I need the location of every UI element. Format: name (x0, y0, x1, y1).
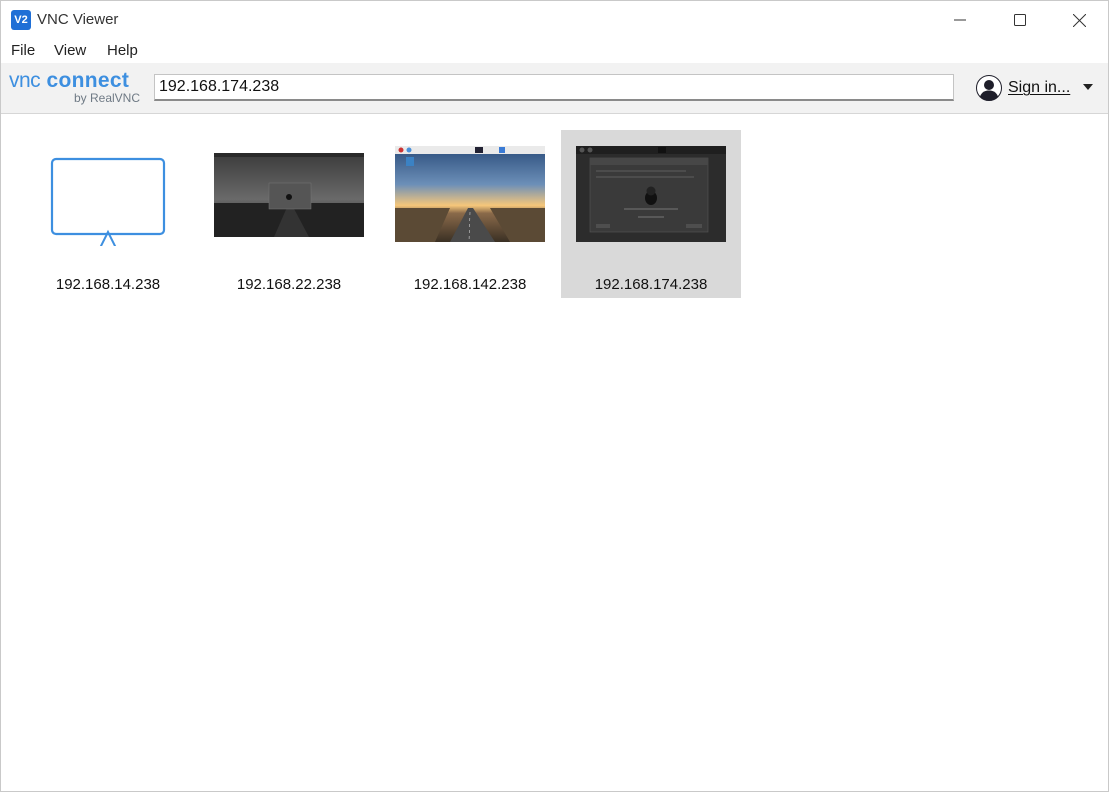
desktop-thumbnail (395, 146, 545, 242)
toolbar: vnc connect by RealVNC Sign in... (1, 63, 1108, 114)
title-bar[interactable]: V2 VNC Viewer (1, 1, 1108, 39)
chevron-down-icon[interactable] (1083, 84, 1093, 90)
sign-in-button[interactable]: Sign in... (976, 75, 1101, 101)
address-input[interactable] (154, 74, 954, 101)
minimize-icon (954, 19, 966, 21)
close-icon (1072, 13, 1086, 27)
sign-in-label: Sign in... (1008, 79, 1071, 96)
minimize-button[interactable] (931, 1, 989, 39)
address-book: 192.168.14.238 192.168.22.238 192.168.14… (1, 114, 1108, 791)
connection-tile[interactable]: 192.168.142.238 (380, 130, 560, 298)
connection-label: 192.168.174.238 (594, 276, 708, 293)
window-title: VNC Viewer (37, 11, 119, 28)
vnc-app-icon: V2 (11, 10, 31, 30)
logo-vnc-text: vnc (9, 69, 41, 92)
menu-file[interactable]: File (11, 42, 35, 59)
menu-bar: File View Help (1, 39, 1108, 63)
vnc-viewer-window: V2 VNC Viewer File View Help vnc connect… (0, 0, 1109, 792)
menu-view[interactable]: View (54, 42, 86, 59)
close-button[interactable] (1050, 1, 1108, 39)
maximize-button[interactable] (991, 1, 1049, 39)
logo-wordmark: vnc connect (9, 69, 129, 93)
maximize-icon (1014, 14, 1026, 26)
desktop-thumbnail (576, 146, 726, 242)
connection-label: 192.168.142.238 (413, 276, 527, 293)
connection-tile-selected[interactable]: 192.168.174.238 (561, 130, 741, 298)
desktop-thumbnail (214, 153, 364, 237)
connection-label: 192.168.22.238 (236, 276, 342, 293)
connection-tile[interactable]: 192.168.14.238 (18, 130, 198, 298)
connection-tile[interactable]: 192.168.22.238 (199, 130, 379, 298)
user-avatar-icon (976, 75, 1002, 101)
menu-help[interactable]: Help (107, 42, 138, 59)
vnc-connect-logo: vnc connect by RealVNC (9, 67, 144, 107)
connection-label: 192.168.14.238 (55, 276, 161, 293)
logo-connect-text: connect (46, 69, 130, 92)
monitor-icon (50, 157, 166, 246)
logo-byline: by RealVNC (73, 91, 140, 105)
